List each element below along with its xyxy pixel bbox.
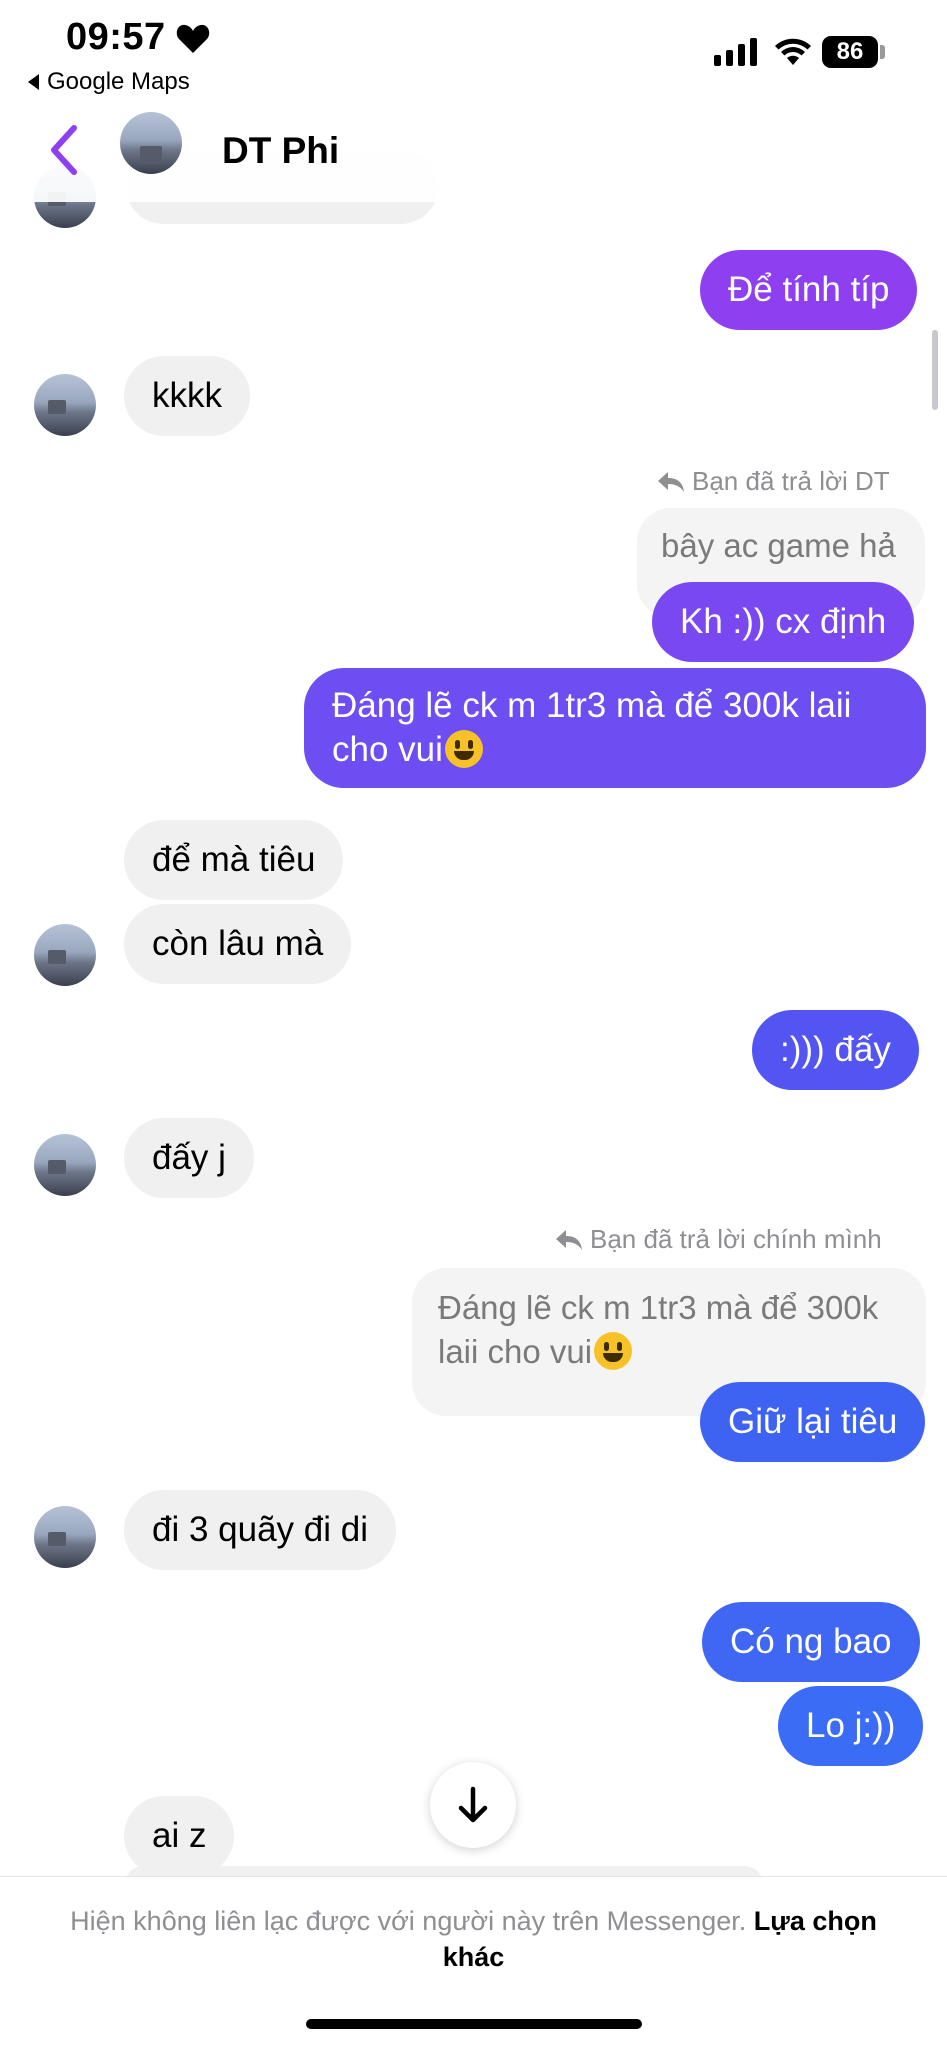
message-outgoing[interactable]: Giữ lại tiêu — [700, 1382, 926, 1462]
message-outgoing[interactable]: Kh :)) cx định — [652, 582, 915, 662]
arrow-down-icon — [458, 1786, 488, 1823]
unavailable-notice: Hiện không liên lạc được với người này t… — [70, 1906, 747, 1936]
message-incoming[interactable]: còn lâu mà — [124, 904, 352, 984]
back-triangle-icon — [28, 74, 39, 90]
reply-note: Bạn đã trả lời DT — [658, 466, 890, 497]
reply-arrow-icon — [658, 471, 684, 492]
message-outgoing[interactable]: :))) đấy — [752, 1010, 919, 1090]
message-incoming[interactable]: kkkk — [124, 356, 250, 436]
battery-icon: 86 — [822, 36, 878, 68]
reply-note: Bạn đã trả lời chính mình — [556, 1224, 882, 1255]
reply-arrow-icon — [556, 1229, 582, 1250]
back-app-label: Google Maps — [47, 68, 190, 95]
home-indicator[interactable] — [306, 2019, 642, 2029]
scrollbar-thumb[interactable] — [932, 330, 938, 410]
message-incoming[interactable]: ai z — [124, 1796, 235, 1876]
quoted-line: Đáng lẽ ck m 1tr3 mà để 300k — [438, 1289, 879, 1326]
heart-icon — [176, 24, 210, 53]
smiley-emoji-icon — [444, 730, 483, 768]
chat-header: DT Phi — [0, 100, 947, 202]
message-outgoing[interactable]: Có ng bao — [702, 1602, 920, 1682]
sender-avatar — [34, 1134, 96, 1196]
contact-avatar[interactable] — [120, 112, 182, 174]
message-outgoing[interactable]: Lo j:)) — [778, 1686, 924, 1766]
message-outgoing[interactable]: Để tính típ — [700, 250, 918, 330]
message-incoming[interactable]: đấy j — [124, 1118, 254, 1198]
contact-name[interactable]: DT Phi — [222, 130, 339, 172]
wifi-icon — [775, 38, 811, 65]
footer-notice: Hiện không liên lạc được với người này t… — [0, 1876, 947, 2048]
back-to-app-link[interactable]: Google Maps — [28, 68, 190, 96]
message-incoming[interactable]: để mà tiêu — [124, 820, 344, 900]
signal-icon — [714, 38, 757, 66]
smiley-emoji-icon — [594, 1332, 633, 1370]
message-line: Đáng lẽ ck m 1tr3 mà để 300k laii — [332, 686, 852, 725]
chevron-left-icon[interactable] — [44, 122, 84, 178]
message-outgoing[interactable]: Đáng lẽ ck m 1tr3 mà để 300k laii cho vu… — [304, 668, 926, 788]
status-bar: 09:57 Google Maps 86 — [0, 0, 947, 110]
sender-avatar — [34, 374, 96, 436]
battery-tip — [880, 45, 885, 59]
footer-text: Hiện không liên lạc được với người này t… — [40, 1903, 907, 1975]
sender-avatar — [34, 1506, 96, 1568]
reply-note-text: Bạn đã trả lời chính mình — [590, 1224, 882, 1254]
message-incoming[interactable]: đi 3 quãy đi di — [124, 1490, 396, 1570]
quoted-line: laii cho vui — [438, 1333, 593, 1370]
status-time: 09:57 — [66, 16, 166, 58]
reply-note-text: Bạn đã trả lời DT — [692, 466, 890, 496]
scroll-to-bottom-button[interactable] — [430, 1762, 516, 1848]
message-line: cho vui — [332, 730, 443, 769]
sender-avatar — [34, 924, 96, 986]
